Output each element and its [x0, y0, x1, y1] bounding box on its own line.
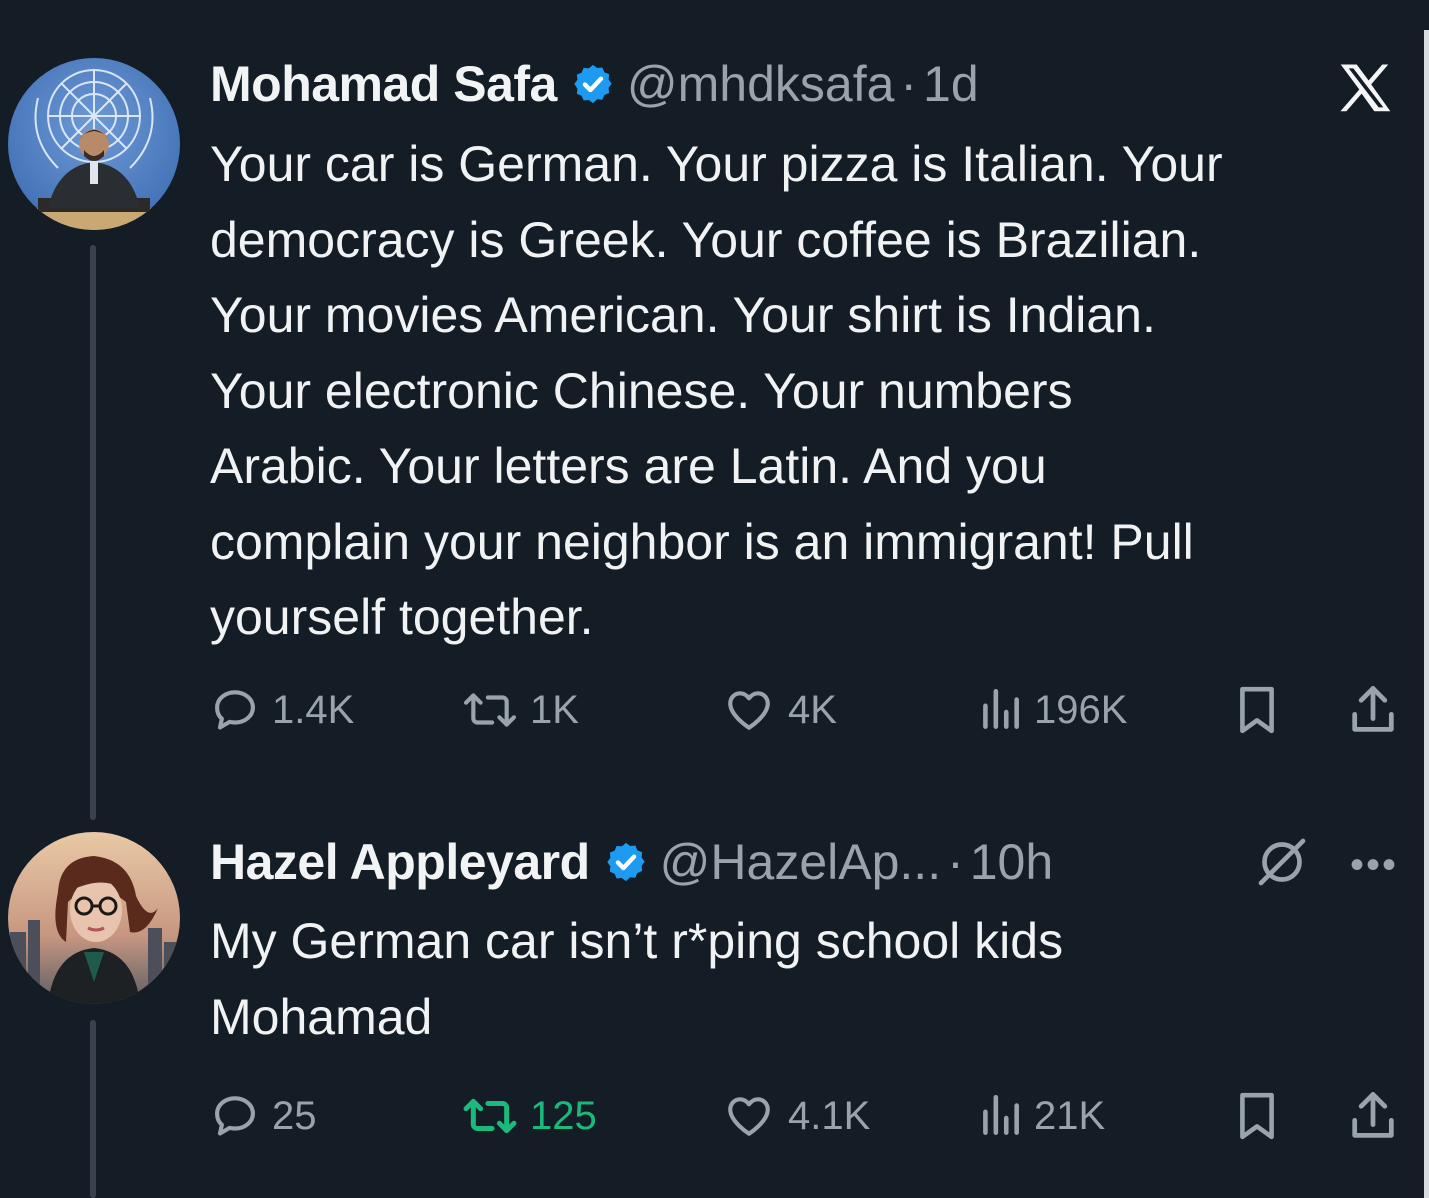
like-icon: [728, 1097, 770, 1136]
views-icon: [983, 688, 1019, 729]
thread-line: [90, 245, 96, 820]
tweet-actions: 25 125 4.1K 21K: [210, 1086, 1410, 1146]
like-icon: [728, 691, 770, 730]
repost-button[interactable]: 1K: [462, 680, 579, 740]
verified-badge-icon: [604, 840, 648, 884]
reply-count: 25: [272, 1093, 317, 1138]
views-count: 196K: [1034, 687, 1128, 732]
timestamp[interactable]: 10h: [970, 832, 1053, 892]
tweet-header: Mohamad Safa @mhdksafa · 1d: [210, 54, 979, 114]
display-name[interactable]: Hazel Appleyard: [210, 832, 590, 892]
repost-icon: [463, 693, 517, 727]
user-handle[interactable]: @mhdksafa: [627, 54, 895, 114]
bookmark-button[interactable]: [1232, 680, 1282, 740]
avatar[interactable]: [8, 58, 180, 230]
separator-dot: ·: [900, 56, 918, 112]
tweet-text: My German car isn’t r*ping school kids M…: [210, 904, 1410, 1055]
display-name[interactable]: Mohamad Safa: [210, 54, 557, 114]
tweet-text-line: Your car is German. Your pizza is Italia…: [210, 136, 1223, 192]
x-logo-icon: [1334, 58, 1396, 120]
repost-count: 125: [530, 1093, 597, 1138]
tweet-top-right-icons: •••: [1254, 834, 1398, 895]
more-icon[interactable]: •••: [1350, 845, 1398, 885]
tweet-header: Hazel Appleyard @HazelAp... · 10h: [210, 832, 1053, 892]
bookmark-icon: [1240, 1092, 1274, 1140]
views-count: 21K: [1034, 1093, 1106, 1138]
verified-badge-icon: [571, 62, 615, 106]
views-button[interactable]: 21K: [978, 1086, 1105, 1146]
views-icon: [983, 1094, 1019, 1135]
grok-icon[interactable]: [1254, 834, 1310, 895]
tweet-text-line: democracy is Greek. Your coffee is Brazi…: [210, 211, 1202, 268]
views-button[interactable]: 196K: [978, 680, 1127, 740]
repost-icon: [463, 1098, 517, 1134]
reply-icon: [215, 690, 256, 730]
like-count: 4K: [788, 687, 837, 732]
reply-button[interactable]: 1.4K: [210, 680, 354, 740]
timestamp[interactable]: 1d: [923, 54, 979, 114]
like-button[interactable]: 4.1K: [722, 1086, 870, 1146]
avatar[interactable]: [8, 832, 180, 1004]
tweet-hazel-appleyard[interactable]: Hazel Appleyard @HazelAp... · 10h ••• My…: [0, 820, 1420, 1198]
tweet-text-line: Arabic. Your letters are Latin. And you: [210, 438, 1047, 494]
like-button[interactable]: 4K: [722, 680, 837, 740]
share-icon: [1352, 686, 1394, 732]
tweet-text-line: My German car isn’t r*ping school kids: [210, 913, 1064, 969]
tweet-text-line: Your movies American. Your shirt is Indi…: [210, 287, 1156, 343]
tweet-text-line: complain your neighbor is an immigrant! …: [210, 513, 1194, 570]
tweet-text-line: Mohamad: [210, 988, 433, 1045]
share-button[interactable]: [1346, 680, 1400, 740]
tweet-text-line: yourself together.: [210, 589, 594, 645]
share-icon: [1352, 1092, 1394, 1138]
bookmark-icon: [1240, 686, 1274, 734]
bookmark-button[interactable]: [1232, 1086, 1282, 1146]
right-edge-bar: [1424, 30, 1429, 1198]
repost-button[interactable]: 125: [462, 1086, 597, 1146]
tweet-actions: 1.4K 1K 4K 196K: [210, 680, 1410, 740]
reply-icon: [215, 1096, 256, 1136]
thread-line: [90, 1020, 96, 1198]
tweet-text-line: Your electronic Chinese. Your numbers: [210, 362, 1073, 419]
user-handle[interactable]: @HazelAp...: [660, 832, 941, 892]
reply-button[interactable]: 25: [210, 1086, 317, 1146]
tweet-text: Your car is German. Your pizza is Italia…: [210, 127, 1410, 656]
like-count: 4.1K: [788, 1093, 871, 1138]
reply-count: 1.4K: [272, 687, 355, 732]
separator-dot: ·: [947, 834, 964, 890]
share-button[interactable]: [1346, 1086, 1400, 1146]
tweet-mohamad-safa[interactable]: Mohamad Safa @mhdksafa · 1d Your car is …: [0, 0, 1420, 820]
repost-count: 1K: [530, 687, 579, 732]
